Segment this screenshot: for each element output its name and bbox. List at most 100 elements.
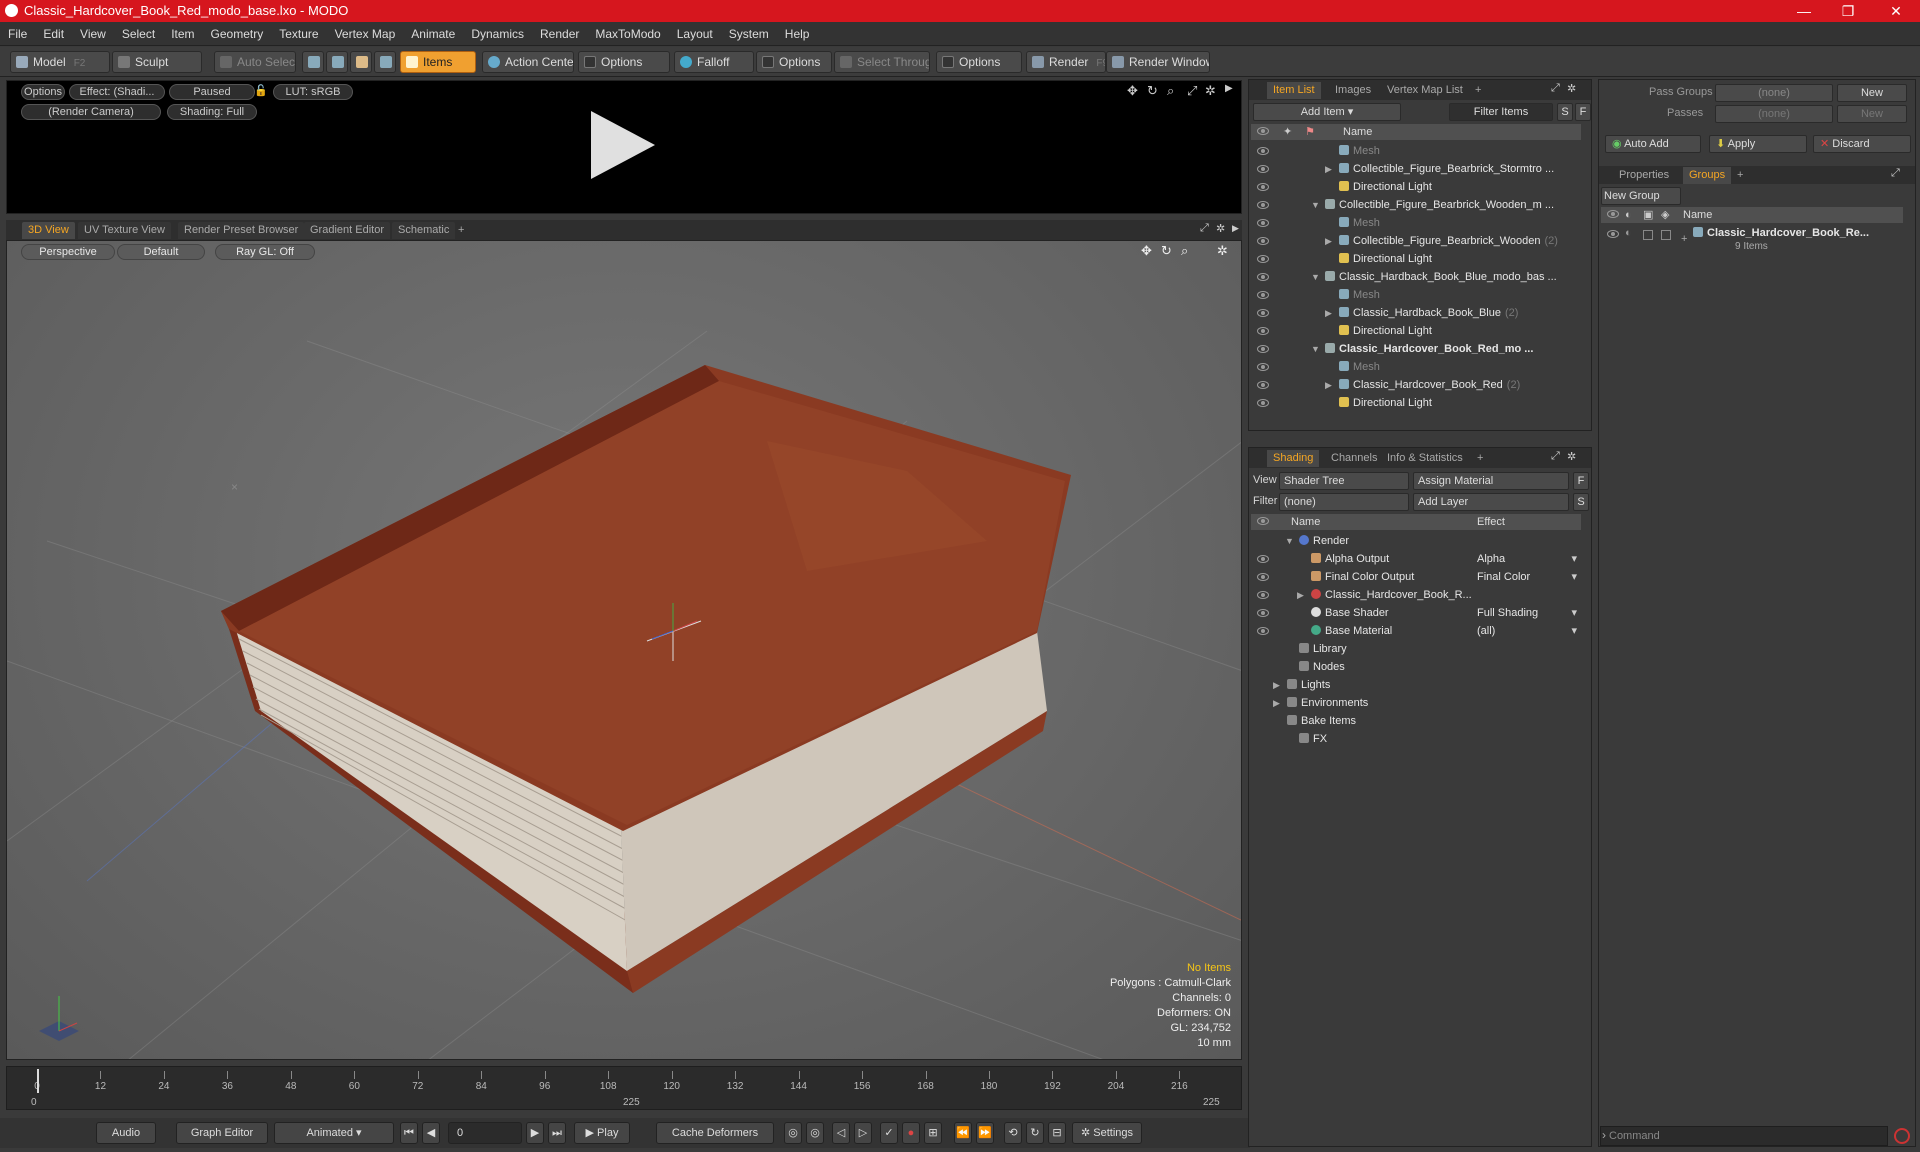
audio-button[interactable]: Audio [96,1122,156,1144]
menu-animate[interactable]: Animate [403,22,463,46]
refresh-icon[interactable]: ↻ [1026,1122,1044,1144]
shader-tree-row[interactable]: ▶ Lights [1251,676,1581,694]
collapse-arrow-icon[interactable]: ▼ [1285,532,1294,550]
expand-arrow-icon[interactable]: ▶ [1273,694,1280,712]
record-icon[interactable]: ● [902,1122,920,1144]
expand-arrow-icon[interactable]: ▶ [1297,586,1304,604]
tab-render-preset-browser[interactable]: Render Preset Browser [178,222,305,239]
item-list-row[interactable]: ▼ Classic_Hardback_Book_Blue_modo_bas ... [1251,268,1581,286]
step-forward-icon[interactable]: ⏩ [976,1122,994,1144]
visibility-toggle-icon[interactable] [1257,291,1269,299]
tab-schematic[interactable]: Schematic [392,222,456,239]
shader-tree-row[interactable]: Nodes [1251,658,1581,676]
tab-gradient-editor[interactable]: Gradient Editor [304,222,390,239]
scene-canvas[interactable]: × [7,241,1242,1060]
command-record-icon[interactable] [1894,1128,1910,1144]
command-input[interactable]: Command [1600,1126,1888,1146]
visibility-toggle-icon[interactable] [1257,183,1269,191]
collapse-arrow-icon[interactable]: ▼ [1311,196,1320,214]
cache-deformers-button[interactable]: Cache Deformers [656,1122,774,1144]
lut-dropdown[interactable]: LUT: sRGB [273,84,353,100]
item-list-row[interactable]: Mesh [1251,286,1581,304]
rotate-icon[interactable]: ↻ [1147,83,1158,99]
maximize-icon[interactable]: ⤢ [1187,83,1197,99]
visibility-toggle-icon[interactable] [1257,273,1269,281]
visibility-toggle-icon[interactable] [1257,363,1269,371]
tab-uv-texture-view[interactable]: UV Texture View [78,222,171,239]
key-icon[interactable]: ◎ [806,1122,824,1144]
lock-icon[interactable]: 🔓 [254,84,268,97]
add-tab-button[interactable]: + [1731,167,1749,184]
shader-tree-row[interactable]: ▼ Render [1251,532,1581,550]
next-key-button[interactable]: ▶ [526,1122,544,1144]
auto-add-button[interactable]: ◉ Auto Add [1605,135,1701,153]
select-polygons-button[interactable] [350,51,372,73]
command-expand-icon[interactable]: › [1602,1128,1606,1142]
visibility-toggle-icon[interactable] [1257,201,1269,209]
effect-dropdown[interactable]: (all) ▾ [1477,622,1577,640]
filter-items-input[interactable]: Filter Items [1449,103,1553,121]
filter-f-button[interactable]: F [1575,103,1591,121]
expand-icon[interactable]: + [1681,230,1687,248]
paused-button[interactable]: Paused [169,84,255,100]
gear-icon[interactable]: ✲ [1567,450,1576,463]
effect-dropdown[interactable]: Final Color ▾ [1477,568,1577,586]
visibility-toggle-icon[interactable] [1257,237,1269,245]
skip-start-button[interactable]: ⏮ [400,1122,418,1144]
shading-s-button[interactable]: S [1573,493,1589,511]
tab-properties[interactable]: Properties [1613,167,1675,184]
graph-editor-button[interactable]: Graph Editor [176,1122,268,1144]
shader-tree-row[interactable]: Base Shader Full Shading ▾ [1251,604,1581,622]
select-checkbox[interactable] [1661,230,1671,240]
visibility-toggle-icon[interactable] [1257,327,1269,335]
visibility-toggle-icon[interactable] [1257,309,1269,317]
select-through-options-button[interactable]: Options [936,51,1022,73]
gear-icon[interactable]: ✲ [1205,83,1216,99]
tab-channels[interactable]: Channels [1325,450,1383,467]
shader-tree-row[interactable]: Final Color Output Final Color ▾ [1251,568,1581,586]
select-materials-button[interactable] [374,51,396,73]
shader-tree-row[interactable]: FX [1251,730,1581,748]
next-keyframe-icon[interactable]: ▷ [854,1122,872,1144]
tab-info-statistics[interactable]: Info & Statistics [1381,450,1469,467]
filter-s-button[interactable]: S [1557,103,1573,121]
group-row[interactable]: ◐ + Classic_Hardcover_Book_Re... 9 Items [1601,226,1903,256]
close-button[interactable]: ✕ [1876,1,1916,21]
item-list-row[interactable]: ▶ Collectible_Figure_Bearbrick_Stormtro .… [1251,160,1581,178]
expand-arrow-icon[interactable]: ▶ [1273,676,1280,694]
prev-key-button[interactable]: ◀ [422,1122,440,1144]
visibility-toggle-icon[interactable] [1257,555,1269,563]
skip-end-button[interactable]: ⏭ [548,1122,566,1144]
visibility-toggle-icon[interactable] [1257,573,1269,581]
action-center-options-button[interactable]: Options [578,51,670,73]
item-list-row[interactable]: ▶ Collectible_Figure_Bearbrick_Wooden (2) [1251,232,1581,250]
visibility-toggle-icon[interactable] [1607,230,1619,238]
minimize-button[interactable]: — [1784,1,1824,21]
play-icon[interactable] [591,111,655,179]
new-pass-button[interactable]: New [1837,105,1907,123]
falloff-options-button[interactable]: Options [756,51,832,73]
visibility-toggle-icon[interactable] [1257,381,1269,389]
collapse-arrow-icon[interactable]: ▼ [1311,268,1320,286]
items-mode-button[interactable]: Items [400,51,476,73]
step-back-icon[interactable]: ⏪ [954,1122,972,1144]
move-icon[interactable]: ✥ [1127,83,1138,99]
menu-geometry[interactable]: Geometry [203,22,272,46]
visibility-toggle-icon[interactable] [1257,219,1269,227]
gear-icon[interactable]: ✲ [1567,82,1576,95]
add-tab-button[interactable]: + [1471,450,1489,467]
item-list-row[interactable]: Directional Light [1251,250,1581,268]
menu-system[interactable]: System [721,22,777,46]
key-icon[interactable]: ◎ [784,1122,802,1144]
settings-button[interactable]: ✲ Settings [1072,1122,1142,1144]
apply-button[interactable]: ⬇ Apply [1709,135,1807,153]
book-model[interactable] [221,365,1071,993]
item-list-row[interactable]: Mesh [1251,142,1581,160]
visibility-toggle-icon[interactable] [1257,345,1269,353]
arrow-right-icon[interactable]: ▶ [1232,223,1239,234]
passes-dropdown[interactable]: (none) [1715,105,1833,123]
item-list-row[interactable]: Mesh [1251,214,1581,232]
collapse-arrow-icon[interactable]: ▼ [1311,340,1320,358]
gear-icon[interactable]: ✲ [1216,222,1225,235]
falloff-button[interactable]: Falloff [674,51,754,73]
